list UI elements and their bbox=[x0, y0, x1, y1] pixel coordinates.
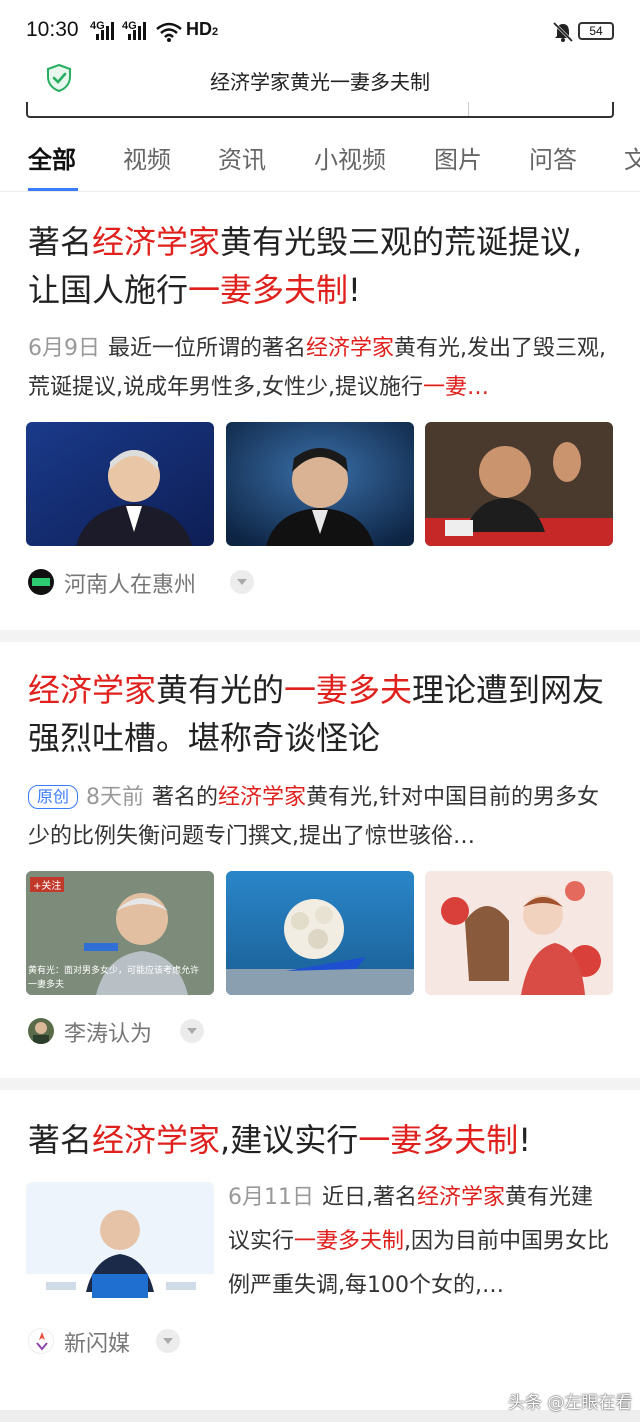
result-thumbnail[interactable] bbox=[425, 422, 613, 546]
result-date: 6月9日 bbox=[28, 336, 100, 361]
tab-short-video[interactable]: 小视频 bbox=[314, 140, 386, 175]
thumb-caption: 黄有光：面对男多女少，可能应该考虑允许 bbox=[28, 966, 200, 976]
signal-bars-icon-1 bbox=[96, 22, 116, 40]
result-title[interactable]: 著名经济学家黄有光毁三观的荒诞提议, 让国人施行一妻多夫制! bbox=[28, 218, 614, 314]
active-tab-indicator bbox=[28, 188, 78, 191]
title-bar: 经济学家黄光一妻多夫制 bbox=[0, 60, 640, 102]
thumb-tag: +关注 bbox=[30, 877, 65, 892]
result-thumbnail[interactable]: +关注 黄有光：面对男多女少，可能应该考虑允许 一妻多夫 bbox=[26, 871, 214, 995]
tab-all[interactable]: 全部 bbox=[28, 140, 76, 175]
hd-indicator: HD2 bbox=[186, 19, 219, 39]
tab-more[interactable]: 文 bbox=[624, 140, 640, 175]
author-name[interactable]: 河南人在惠州 bbox=[64, 567, 196, 599]
thumb-caption: 一妻多夫 bbox=[28, 980, 65, 990]
result-date: 8天前 bbox=[86, 785, 145, 810]
author-avatar[interactable] bbox=[28, 1328, 54, 1354]
author-avatar[interactable] bbox=[28, 569, 54, 595]
result-separator bbox=[0, 630, 640, 642]
result-thumbnail[interactable] bbox=[226, 871, 414, 995]
chevron-down-icon[interactable] bbox=[180, 1019, 204, 1043]
tab-news[interactable]: 资讯 bbox=[218, 140, 266, 175]
result-thumbnail[interactable] bbox=[425, 871, 613, 995]
tab-images[interactable]: 图片 bbox=[434, 140, 482, 175]
original-badge: 原创 bbox=[28, 785, 79, 809]
result-thumbnail[interactable] bbox=[26, 422, 214, 546]
shield-check-icon[interactable] bbox=[46, 64, 72, 92]
result-snippet: 6月9日 最近一位所谓的著名经济学家黄有光,发出了毁三观,荒诞提议,说成年男性多,… bbox=[28, 336, 607, 400]
status-bar: 10:30 4G 4G HD2 54 bbox=[0, 0, 640, 60]
author-name[interactable]: 李涛认为 bbox=[64, 1016, 152, 1048]
author-name[interactable]: 新闪媒 bbox=[64, 1326, 130, 1358]
author-avatar[interactable] bbox=[28, 1018, 54, 1044]
watermark: 头条 @左眼在看 bbox=[508, 1393, 633, 1413]
result-thumbnail[interactable] bbox=[26, 1182, 214, 1306]
result-separator bbox=[0, 1078, 640, 1090]
result-thumbnail[interactable] bbox=[226, 422, 414, 546]
result-snippet: 原创 8天前 著名的经济学家黄有光,针对中国目前的男多女少的比例失衡问题专门撰文,提… bbox=[28, 785, 600, 849]
tab-qa[interactable]: 问答 bbox=[529, 140, 577, 175]
signal-bars-icon-2 bbox=[128, 22, 148, 40]
tab-bar: 全部 视频 资讯 小视频 图片 问答 文 bbox=[0, 118, 640, 192]
wifi-icon bbox=[156, 22, 182, 42]
page-title: 经济学家黄光一妻多夫制 bbox=[210, 70, 430, 94]
tab-video[interactable]: 视频 bbox=[123, 140, 171, 175]
result-title[interactable]: 著名经济学家,建议实行一妻多夫制! bbox=[28, 1116, 614, 1164]
result-date: 6月11日 bbox=[228, 1185, 314, 1210]
result-snippet: 6月11日 近日,著名经济学家黄有光建议实行一妻多夫制,因为目前中国男女比例严重失… bbox=[228, 1185, 610, 1298]
search-box[interactable] bbox=[26, 102, 614, 118]
result-title[interactable]: 经济学家黄有光的一妻多夫理论遭到网友强烈吐槽。堪称奇谈怪论 bbox=[28, 666, 614, 762]
chevron-down-icon[interactable] bbox=[156, 1329, 180, 1353]
status-time: 10:30 bbox=[26, 18, 79, 41]
chevron-down-icon[interactable] bbox=[230, 570, 254, 594]
mute-bell-icon bbox=[552, 21, 574, 43]
battery-icon: 54 bbox=[578, 22, 614, 40]
